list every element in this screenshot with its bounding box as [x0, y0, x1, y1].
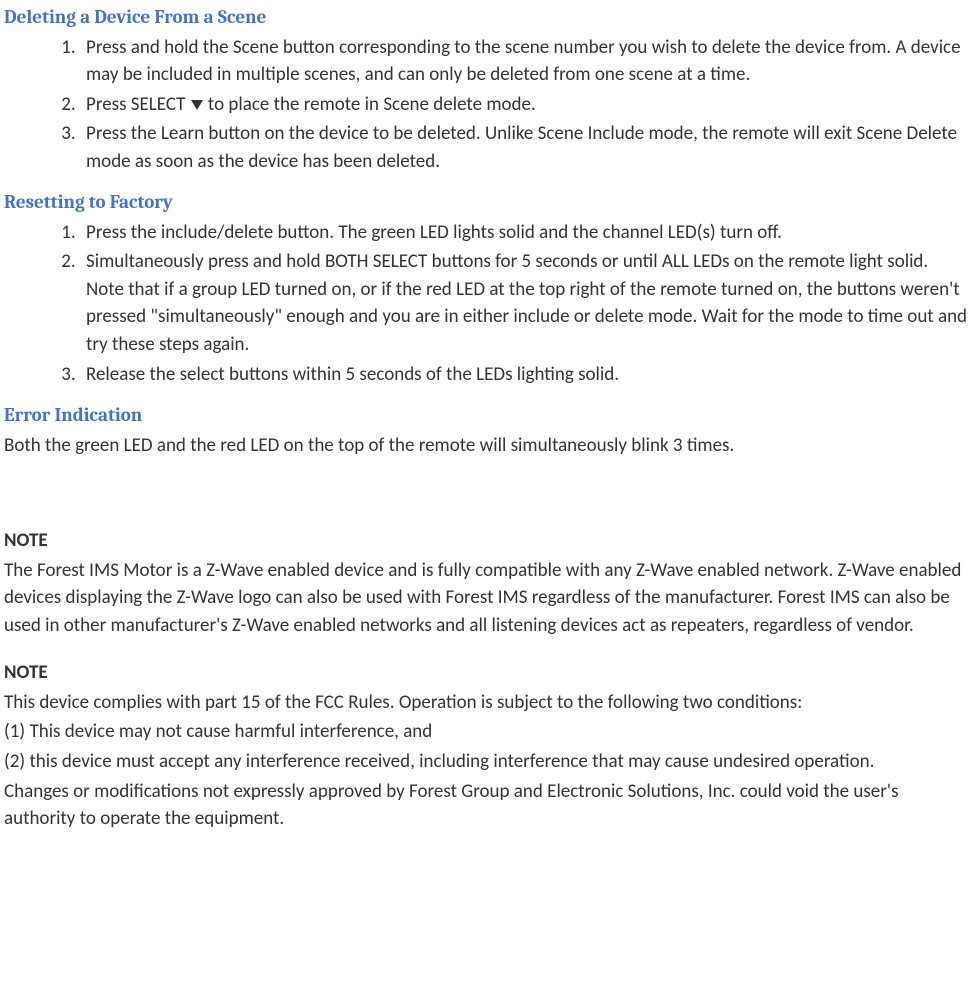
list-item: Press and hold the Scene button correspo… — [80, 34, 968, 89]
list-item: Simultaneously press and hold BOTH SELEC… — [80, 248, 968, 358]
heading-delete-device: Deleting a Device From a Scene — [4, 4, 968, 32]
list-delete-device: Press and hold the Scene button correspo… — [4, 34, 968, 176]
list-reset-factory: Press the include/delete button. The gre… — [4, 219, 968, 388]
note-line: (1) This device may not cause harmful in… — [4, 718, 968, 746]
note-line: (2) this device must accept any interfer… — [4, 748, 968, 776]
note-line: Changes or modifications not expressly a… — [4, 778, 968, 833]
heading-error-indication: Error Indication — [4, 402, 968, 430]
heading-reset-factory: Resetting to Factory — [4, 189, 968, 217]
text: Press SELECT — [86, 93, 190, 116]
error-body: Both the green LED and the red LED on th… — [4, 432, 968, 460]
down-arrow-icon — [191, 100, 203, 110]
list-item: Press the include/delete button. The gre… — [80, 219, 968, 247]
list-item: Release the select buttons within 5 seco… — [80, 361, 968, 389]
text: to place the remote in Scene delete mode… — [204, 93, 536, 116]
note-line: This device complies with part 15 of the… — [4, 689, 968, 717]
list-item: Press SELECT to place the remote in Scen… — [80, 91, 968, 119]
text: Simultaneously press and hold BOTH — [86, 250, 373, 273]
note-label: NOTE — [4, 527, 968, 555]
note-label: NOTE — [4, 659, 968, 687]
list-item: Press the Learn button on the device to … — [80, 120, 968, 175]
text-smallcaps: SELECT — [373, 250, 428, 273]
note-body: The Forest IMS Motor is a Z-Wave enabled… — [4, 557, 968, 640]
